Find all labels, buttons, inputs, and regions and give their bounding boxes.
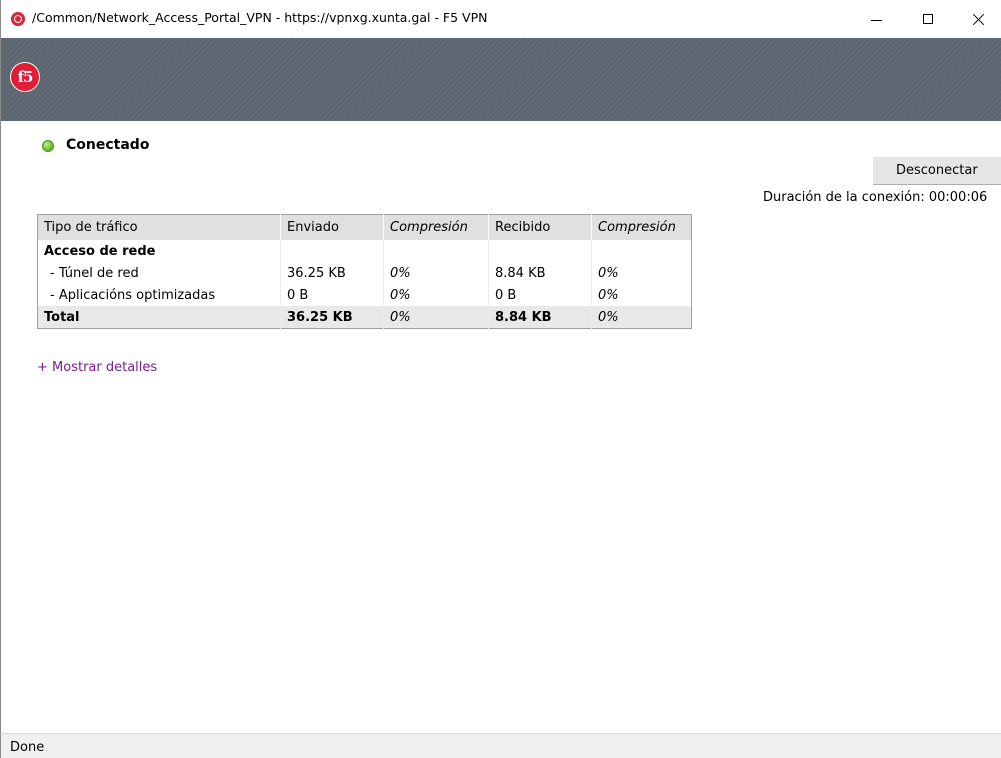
group-label: Acceso de rede bbox=[37, 240, 281, 262]
table-row: - Aplicacións optimizadas 0 B 0% 0 B 0% bbox=[37, 284, 692, 306]
table-row: - Túnel de red 36.25 KB 0% 8.84 KB 0% bbox=[37, 262, 692, 284]
connected-status-icon bbox=[42, 140, 54, 152]
header-sent-compression: Compresión bbox=[383, 214, 489, 240]
table-group-row: Acceso de rede bbox=[37, 240, 692, 262]
vpn-window: /Common/Network_Access_Portal_VPN - http… bbox=[0, 0, 1001, 758]
total-received-compression: 0% bbox=[591, 306, 692, 329]
title-bar: /Common/Network_Access_Portal_VPN - http… bbox=[0, 0, 1001, 38]
disconnect-button[interactable]: Desconectar bbox=[873, 157, 1001, 185]
row-type: - Aplicacións optimizadas bbox=[37, 284, 281, 306]
minimize-icon bbox=[870, 19, 882, 21]
row-sent-compression: 0% bbox=[383, 262, 489, 284]
minimize-button[interactable] bbox=[853, 0, 899, 38]
connection-status: Conectado bbox=[66, 137, 150, 153]
total-sent: 36.25 KB bbox=[280, 306, 384, 329]
table-total-row: Total 36.25 KB 0% 8.84 KB 0% bbox=[37, 306, 692, 329]
header-received: Recibido bbox=[488, 214, 592, 240]
total-label: Total bbox=[37, 306, 281, 329]
maximize-button[interactable] bbox=[905, 0, 951, 38]
table-header-row: Tipo de tráfico Enviado Compresión Recib… bbox=[37, 214, 692, 240]
row-received-compression: 0% bbox=[598, 265, 619, 281]
traffic-table: Tipo de tráfico Enviado Compresión Recib… bbox=[37, 214, 692, 329]
close-button[interactable] bbox=[956, 0, 1001, 38]
row-received-compression: 0% bbox=[598, 287, 619, 303]
connection-duration: Duración de la conexión: 00:00:06 bbox=[763, 190, 988, 205]
status-bar: Done bbox=[0, 733, 1001, 758]
f5-vpn-icon bbox=[11, 12, 25, 26]
show-details-link[interactable]: + Mostrar detalles bbox=[37, 360, 157, 375]
row-sent: 36.25 KB bbox=[280, 262, 384, 284]
row-type: - Túnel de red bbox=[37, 262, 281, 284]
header-sent: Enviado bbox=[280, 214, 384, 240]
total-received: 8.84 KB bbox=[488, 306, 592, 329]
close-icon bbox=[973, 13, 985, 25]
header-received-compression: Compresión bbox=[591, 214, 692, 240]
header-traffic-type: Tipo de tráfico bbox=[37, 214, 281, 240]
f5-logo: f5 bbox=[10, 62, 40, 92]
main-content: Conectado Desconectar Duración de la con… bbox=[0, 121, 1001, 733]
maximize-icon bbox=[923, 14, 933, 24]
row-sent: 0 B bbox=[280, 284, 384, 306]
row-received: 8.84 KB bbox=[488, 262, 592, 284]
f5-banner: f5 bbox=[0, 38, 1001, 121]
status-bar-text: Done bbox=[10, 740, 45, 755]
window-title: /Common/Network_Access_Portal_VPN - http… bbox=[32, 10, 488, 25]
row-sent-compression: 0% bbox=[383, 284, 489, 306]
total-sent-compression: 0% bbox=[383, 306, 489, 329]
row-received: 0 B bbox=[488, 284, 592, 306]
